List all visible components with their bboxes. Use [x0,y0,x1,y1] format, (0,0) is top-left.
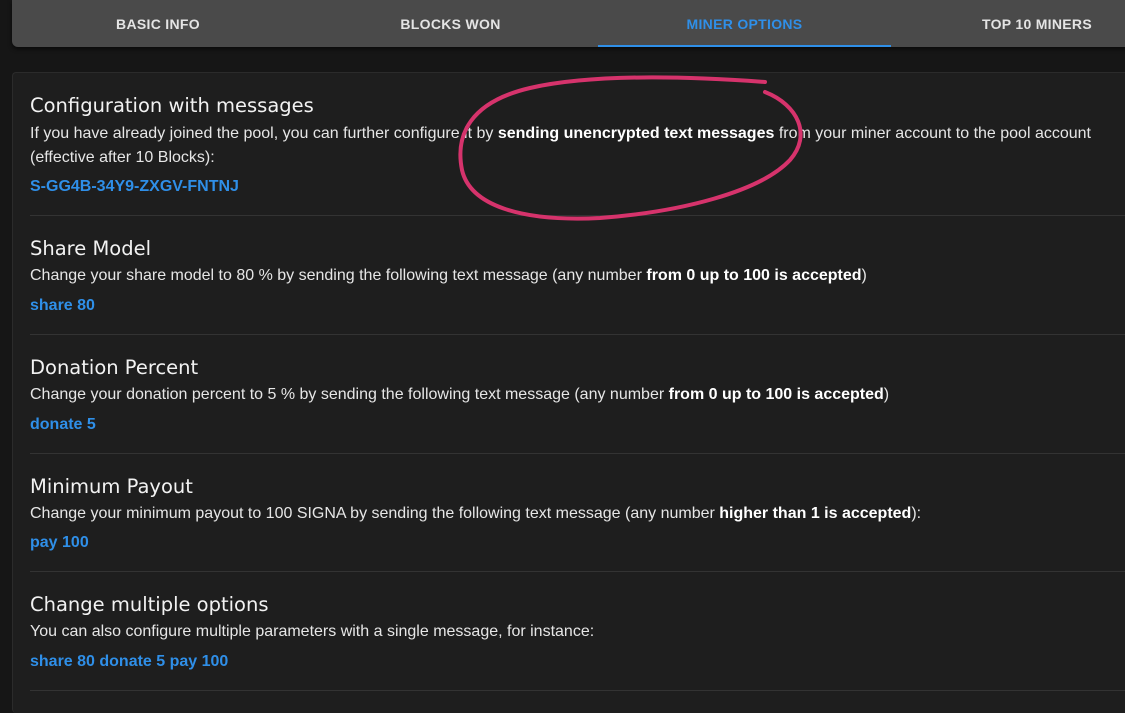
section-configuration-with-messages: Configuration with messages If you have … [30,73,1125,216]
section-minimum-payout: Minimum Payout Change your minimum payou… [30,453,1125,572]
section-description: Change your minimum payout to 100 SIGNA … [30,502,1110,526]
pay-command[interactable]: pay 100 [30,534,89,552]
section-change-multiple-options: Change multiple options You can also con… [30,571,1125,691]
description-text: Change your donation percent to 5 % by s… [30,386,669,403]
tab-top-10-miners[interactable]: TOP 10 MINERS [891,0,1125,47]
tab-label: BLOCKS WON [400,15,501,32]
multiple-options-command[interactable]: share 80 donate 5 pay 100 [30,653,228,671]
tab-label: MINER OPTIONS [686,15,803,32]
description-text: ): [911,505,922,522]
active-tab-indicator [598,45,891,47]
description-text: ) [883,386,890,403]
section-title: Configuration with messages [30,94,314,117]
tab-basic-info[interactable]: BASIC INFO [12,0,304,47]
section-title: Change multiple options [30,593,269,616]
description-text: Change your share model to 80 % by sendi… [30,267,647,284]
tab-miner-options[interactable]: MINER OPTIONS [598,0,891,47]
miner-options-card: Configuration with messages If you have … [12,72,1125,713]
tab-bar: BASIC INFO BLOCKS WON MINER OPTIONS TOP … [12,0,1125,47]
section-title: Share Model [30,237,152,260]
section-description: If you have already joined the pool, you… [30,122,1110,170]
description-emphasis: from 0 up to 100 is accepted [668,386,884,403]
section-description: You can also configure multiple paramete… [30,620,1110,644]
section-share-model: Share Model Change your share model to 8… [30,215,1125,335]
share-command[interactable]: share 80 [30,297,95,315]
section-description: Change your share model to 80 % by sendi… [30,264,1110,288]
description-text: ) [861,267,867,284]
description-emphasis: higher than 1 is accepted [719,505,912,522]
section-donation-percent: Donation Percent Change your donation pe… [30,334,1125,454]
pool-account-address[interactable]: S-GG4B-34Y9-ZXGV-FNTNJ [30,178,239,196]
description-emphasis: from 0 up to 100 is accepted [646,267,862,284]
section-description: Change your donation percent to 5 % by s… [30,383,1110,407]
description-text: If you have already joined the pool, you… [30,125,498,142]
description-text: You can also configure multiple paramete… [30,623,595,640]
tab-blocks-won[interactable]: BLOCKS WON [304,0,597,47]
section-title: Minimum Payout [30,475,193,498]
description-emphasis: sending unencrypted text messages [497,125,775,142]
tab-label: BASIC INFO [116,15,200,32]
section-title: Donation Percent [30,356,199,379]
description-text: Change your minimum payout to 100 SIGNA … [30,505,720,522]
donate-command[interactable]: donate 5 [30,416,96,434]
tab-label: TOP 10 MINERS [982,15,1092,32]
